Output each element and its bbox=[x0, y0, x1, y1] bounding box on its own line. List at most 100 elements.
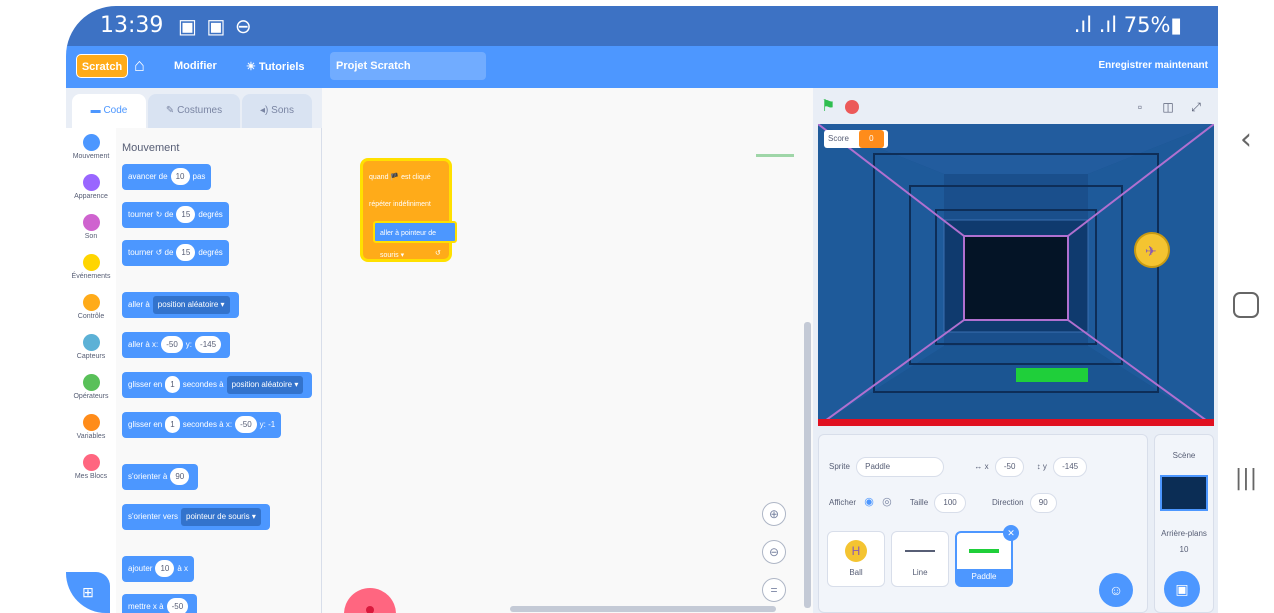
record-button[interactable] bbox=[344, 588, 396, 613]
block-input[interactable]: 1 bbox=[165, 416, 180, 434]
zoom-out-icon[interactable]: ⊖ bbox=[762, 540, 786, 564]
sprite-name-input[interactable]: Paddle bbox=[856, 457, 945, 477]
block-dropdown[interactable]: position aléatoire ▾ bbox=[152, 295, 230, 314]
category-color-dot bbox=[82, 174, 100, 191]
add-backdrop-button[interactable]: ▣ bbox=[1164, 571, 1200, 607]
block-input[interactable]: -50 bbox=[166, 598, 189, 613]
block-input[interactable]: -50 bbox=[235, 416, 257, 434]
loop-arrow-icon: ↺ bbox=[435, 250, 441, 257]
block-text: à x bbox=[177, 564, 189, 573]
block-input[interactable]: 15 bbox=[176, 206, 196, 224]
direction-label: Direction bbox=[991, 498, 1024, 507]
stage-thumbnail[interactable] bbox=[1160, 475, 1208, 511]
block-input[interactable]: -145 bbox=[195, 336, 222, 354]
block-set-x[interactable]: mettre x à -50 bbox=[122, 594, 198, 613]
block-move-steps[interactable]: avancer de 10 pas bbox=[122, 164, 212, 190]
category-column: Mouvement Apparence Son Événements Contr… bbox=[66, 128, 117, 613]
score-monitor[interactable]: Score 0 bbox=[824, 130, 888, 148]
add-extension-button[interactable]: ⊞ bbox=[66, 572, 110, 613]
block-dropdown[interactable]: pointeur de souris ▾ bbox=[181, 507, 261, 526]
block-input[interactable]: -50 bbox=[161, 336, 183, 354]
block-dropdown[interactable]: position aléatoire ▾ bbox=[226, 375, 304, 394]
category-apparence[interactable]: Apparence bbox=[66, 174, 116, 200]
show-visible-icon[interactable]: ◉ bbox=[864, 495, 874, 508]
block-glide-to-xy[interactable]: glisser en 1 secondes à x: -50 y: -1 bbox=[122, 412, 282, 438]
block-turn-left[interactable]: tourner ↺ de 15 degrés bbox=[122, 240, 229, 266]
sprite-tile-name: Ball bbox=[849, 568, 863, 577]
tab-code[interactable]: ▬ Code bbox=[72, 94, 146, 128]
paddle-sprite[interactable] bbox=[1016, 368, 1088, 382]
category-operateurs[interactable]: Opérateurs bbox=[66, 374, 116, 400]
block-text: secondes à x: bbox=[182, 420, 233, 429]
back-icon[interactable]: ‹ bbox=[1218, 122, 1274, 157]
tab-costumes[interactable]: ✎ Costumes bbox=[148, 94, 240, 128]
home-nav-icon[interactable] bbox=[1218, 292, 1274, 318]
script-stack[interactable]: quand 🏴 est cliqué répéter indéfiniment … bbox=[360, 158, 457, 262]
block-point-towards[interactable]: s'orienter vers pointeur de souris ▾ bbox=[122, 504, 270, 530]
green-flag-icon[interactable]: ⚑ bbox=[821, 96, 835, 116]
category-mouvement[interactable]: Mouvement bbox=[66, 134, 116, 160]
x-input[interactable]: -50 bbox=[994, 457, 1025, 477]
goto-block[interactable]: aller à pointeur de souris ▾ bbox=[373, 221, 457, 259]
category-controle[interactable]: Contrôle bbox=[66, 294, 116, 320]
stage-canvas[interactable]: ✈ Score 0 bbox=[818, 124, 1214, 426]
clock: 13:39 bbox=[100, 13, 164, 38]
block-go-to-xy[interactable]: aller à x: -50 y: -145 bbox=[122, 332, 231, 358]
block-input[interactable]: 90 bbox=[170, 468, 190, 486]
home-icon[interactable]: ⌂ bbox=[134, 55, 145, 76]
block-change-x[interactable]: ajouter 10 à x bbox=[122, 556, 195, 582]
block-text: aller à x: bbox=[128, 340, 159, 349]
fullscreen-icon[interactable]: ⤢ bbox=[1185, 96, 1207, 118]
direction-input[interactable]: 90 bbox=[1029, 493, 1057, 513]
save-now-link[interactable]: Enregistrer maintenant bbox=[1099, 60, 1208, 71]
block-input[interactable]: 10 bbox=[155, 560, 175, 578]
stop-icon[interactable] bbox=[845, 100, 859, 114]
block-point-direction[interactable]: s'orienter à 90 bbox=[122, 464, 199, 490]
stage-selector[interactable]: Scène Arrière-plans 10 ▣ bbox=[1154, 434, 1214, 613]
category-color-dot bbox=[82, 454, 100, 471]
sprite-tile-ball[interactable]: H Ball bbox=[827, 531, 885, 587]
menu-tutoriels[interactable]: ☀ Tutoriels bbox=[246, 60, 305, 73]
script-workspace[interactable]: quand 🏴 est cliqué répéter indéfiniment … bbox=[322, 88, 813, 613]
block-turn-right[interactable]: tourner ↻ de 15 degrés bbox=[122, 202, 229, 228]
block-input[interactable]: 15 bbox=[176, 244, 196, 262]
zoom-reset-icon[interactable]: = bbox=[762, 578, 786, 602]
sprite-label: Sprite bbox=[829, 462, 850, 471]
category-color-dot bbox=[82, 214, 100, 231]
cat-plus-icon: ☺ bbox=[1108, 582, 1124, 598]
category-son[interactable]: Son bbox=[66, 214, 116, 240]
small-stage-icon[interactable]: ▫ bbox=[1129, 96, 1151, 118]
stage-scene: ✈ bbox=[818, 124, 1214, 426]
block-input[interactable]: 10 bbox=[170, 168, 190, 186]
category-label: Variables bbox=[76, 433, 106, 440]
category-evenements[interactable]: Événements bbox=[66, 254, 116, 280]
show-hidden-icon[interactable]: ◎ bbox=[882, 495, 892, 508]
block-input[interactable]: 1 bbox=[165, 376, 180, 394]
paddle-icon bbox=[969, 549, 999, 553]
tab-sounds[interactable]: ◂) Sons bbox=[242, 94, 312, 128]
workspace-hscrollbar[interactable] bbox=[510, 606, 776, 612]
large-stage-icon[interactable]: ◫ bbox=[1157, 96, 1179, 118]
menu-tutoriels-label: Tutoriels bbox=[258, 61, 305, 73]
block-text: tourner ↺ de bbox=[128, 248, 174, 257]
sprite-tile-line[interactable]: Line bbox=[891, 531, 949, 587]
block-glide-to[interactable]: glisser en 1 secondes à position aléatoire … bbox=[122, 372, 313, 398]
category-capteurs[interactable]: Capteurs bbox=[66, 334, 116, 360]
workspace-vscrollbar[interactable] bbox=[804, 322, 811, 608]
project-title-input[interactable]: Projet Scratch bbox=[330, 52, 486, 80]
size-input[interactable]: 100 bbox=[934, 493, 966, 513]
sprite-tile-paddle[interactable]: Paddle ✕ bbox=[955, 525, 1019, 587]
zoom-in-icon[interactable]: ⊕ bbox=[762, 502, 786, 526]
menu-modifier[interactable]: Modifier bbox=[174, 60, 217, 72]
sprite-tile-name: Paddle bbox=[957, 569, 1011, 585]
scratch-logo[interactable]: Scratch bbox=[76, 54, 128, 78]
recents-icon[interactable]: ||| bbox=[1218, 466, 1274, 491]
category-variables[interactable]: Variables bbox=[66, 414, 116, 440]
y-input[interactable]: -145 bbox=[1053, 457, 1088, 477]
delete-sprite-icon[interactable]: ✕ bbox=[1003, 525, 1019, 541]
block-go-to[interactable]: aller à position aléatoire ▾ bbox=[122, 292, 239, 318]
block-text: ajouter bbox=[128, 564, 153, 573]
category-mes-blocs[interactable]: Mes Blocs bbox=[66, 454, 116, 480]
add-sprite-button[interactable]: ☺ bbox=[1099, 573, 1133, 607]
android-nav-bar: ‹ ||| bbox=[1218, 0, 1274, 613]
